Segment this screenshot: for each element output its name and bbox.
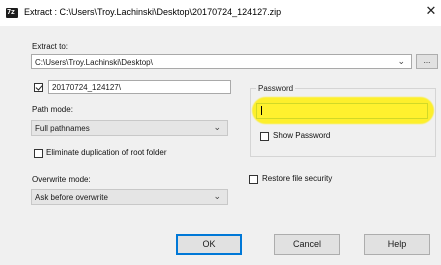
extract-to-combobox[interactable]: C:\Users\Troy.Lachinski\Desktop\ ⌄ <box>31 54 412 69</box>
close-icon[interactable]: ✕ <box>424 4 438 20</box>
subfolder-checkbox[interactable] <box>34 83 43 92</box>
browse-button[interactable]: ... <box>416 54 438 69</box>
app-icon-text: 7z <box>7 8 15 16</box>
chevron-down-icon[interactable]: ⌄ <box>397 56 405 67</box>
text-caret <box>261 106 262 115</box>
extract-to-label: Extract to: <box>32 42 69 51</box>
7zip-app-icon: 7z <box>6 8 18 18</box>
ok-button[interactable]: OK <box>176 234 242 255</box>
restore-security-checkbox[interactable] <box>249 175 258 184</box>
subfolder-value: 20170724_124127\ <box>52 83 121 92</box>
path-mode-value: Full pathnames <box>35 124 90 133</box>
cancel-button[interactable]: Cancel <box>274 234 340 255</box>
window-title: Extract : C:\Users\Troy.Lachinski\Deskto… <box>24 7 282 17</box>
overwrite-mode-label: Overwrite mode: <box>32 175 91 184</box>
chevron-down-icon[interactable]: ⌄ <box>213 191 221 202</box>
eliminate-duplication-checkbox[interactable] <box>34 149 43 158</box>
overwrite-mode-value: Ask before overwrite <box>35 193 108 202</box>
show-password-checkbox[interactable] <box>260 132 269 141</box>
path-mode-label: Path mode: <box>32 105 73 114</box>
help-button[interactable]: Help <box>364 234 430 255</box>
title-bar: 7z Extract : C:\Users\Troy.Lachinski\Des… <box>0 0 441 26</box>
password-group-label: Password <box>256 84 296 93</box>
extract-to-value: C:\Users\Troy.Lachinski\Desktop\ <box>35 58 153 67</box>
chevron-down-icon[interactable]: ⌄ <box>213 122 221 133</box>
path-mode-dropdown[interactable]: Full pathnames ⌄ <box>31 120 228 136</box>
eliminate-duplication-label: Eliminate duplication of root folder <box>46 148 167 157</box>
yellow-highlight-annotation <box>252 97 434 124</box>
show-password-label: Show Password <box>273 131 331 140</box>
overwrite-mode-dropdown[interactable]: Ask before overwrite ⌄ <box>31 189 228 205</box>
restore-security-label: Restore file security <box>262 174 333 183</box>
subfolder-input[interactable]: 20170724_124127\ <box>48 80 231 94</box>
